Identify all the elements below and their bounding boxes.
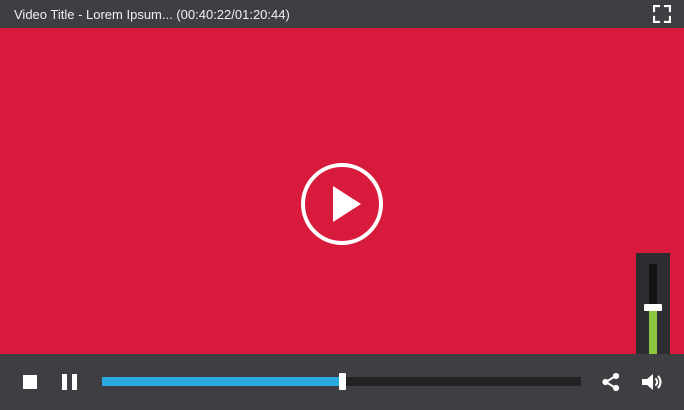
fullscreen-button[interactable] xyxy=(653,5,671,23)
pause-button[interactable] xyxy=(62,374,78,390)
stop-button[interactable] xyxy=(23,375,37,389)
control-bar xyxy=(0,354,684,410)
play-overlay-button[interactable] xyxy=(300,162,384,246)
video-title: Video Title - Lorem Ipsum... (00:40:22/0… xyxy=(14,6,290,22)
video-display[interactable] xyxy=(0,28,684,376)
title-bar: Video Title - Lorem Ipsum... (00:40:22/0… xyxy=(0,0,684,28)
volume-slider-handle[interactable] xyxy=(644,304,662,311)
progress-bar-fill xyxy=(102,377,342,386)
share-icon xyxy=(602,372,620,392)
play-circle-icon xyxy=(301,163,383,245)
volume-slider-fill xyxy=(649,308,657,356)
share-button[interactable] xyxy=(600,371,622,393)
pause-bar-right xyxy=(72,374,77,390)
pause-bar-left xyxy=(62,374,67,390)
fullscreen-icon xyxy=(653,5,671,23)
progress-bar-handle[interactable] xyxy=(339,373,346,390)
video-player: Video Title - Lorem Ipsum... (00:40:22/0… xyxy=(0,0,684,410)
progress-bar[interactable] xyxy=(102,373,581,390)
volume-button[interactable] xyxy=(641,371,665,393)
speaker-icon xyxy=(642,374,662,390)
